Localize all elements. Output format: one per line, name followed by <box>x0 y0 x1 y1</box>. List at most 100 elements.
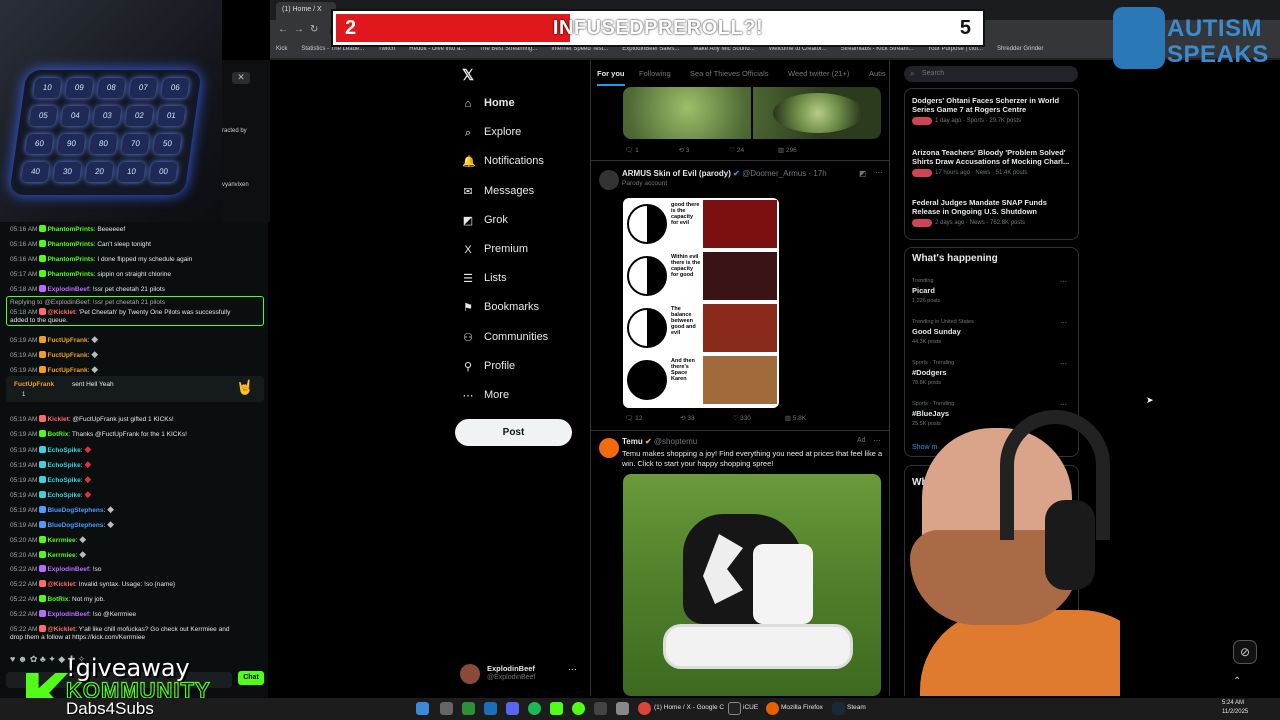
chat-message[interactable]: 05:19 AM FuctUpFrank: ◆ <box>10 350 98 360</box>
app-icon[interactable] <box>594 702 607 715</box>
temu-avatar[interactable] <box>599 438 619 458</box>
chat-message[interactable]: 05:16 AM PhantomPrints: I done flipped my… <box>10 255 192 264</box>
chat-username[interactable]: EchoSpike <box>47 462 80 469</box>
more-icon[interactable]: ⋯ <box>875 168 883 177</box>
chat-message[interactable]: 05:19 AM EchoSpike: ◆ <box>10 445 91 455</box>
more-icon[interactable]: ⋯ <box>462 390 474 402</box>
grok-chat-icon[interactable]: ⊘ <box>1233 640 1257 664</box>
chat-username[interactable]: EchoSpike <box>47 477 80 484</box>
chat-message[interactable]: drop them a follow at https://kick.com/K… <box>10 634 145 642</box>
news-headline[interactable]: Federal Judges Mandate SNAP Funds Releas… <box>912 198 1072 216</box>
reload-icon[interactable]: ↻ <box>310 24 318 35</box>
icue-icon[interactable] <box>728 702 741 715</box>
reply-icon[interactable]: 🗨 <box>625 415 633 422</box>
chat-send-button[interactable]: Chat <box>238 671 264 685</box>
start-icon[interactable] <box>416 702 429 715</box>
news-headline[interactable]: Dodgers' Ohtani Faces Scherzer in World … <box>912 96 1072 114</box>
tweet2-actions[interactable]: 🗨 12 ⟲ 33 ♡ 330 ▥ 5.8K <box>625 414 806 422</box>
chat-message[interactable]: 05:19 AM EchoSpike: ◆ <box>10 490 91 500</box>
taskbar-steam-label[interactable]: Steam <box>847 704 866 711</box>
home-icon[interactable]: ⌂ <box>462 98 474 110</box>
repost-icon[interactable]: ⟲ <box>680 415 685 422</box>
search-icon[interactable] <box>440 702 453 715</box>
tab-x-home[interactable]: (1) Home / X <box>276 2 336 20</box>
steam-icon[interactable] <box>484 702 497 715</box>
chat-message[interactable]: 05:18 AM @Kicklet: 'Pet Cheetah' by Twent… <box>10 308 230 317</box>
avatar[interactable] <box>599 170 619 190</box>
views-icon[interactable]: ▥ <box>778 147 784 154</box>
kick-icon[interactable] <box>550 702 563 715</box>
chat-username[interactable]: PhantomPrints <box>47 256 93 263</box>
tab-weed-twitter[interactable]: Weed twitter (21+) <box>788 69 849 78</box>
profile-icon[interactable]: ⚲ <box>462 361 474 373</box>
tweet3-header[interactable]: Temu ✔ @shoptemu <box>622 437 697 446</box>
search-input[interactable]: ⌕ Search <box>904 66 1078 82</box>
chat-message[interactable]: 05:19 AM FuctUpFrank: ◆ <box>10 365 98 375</box>
chat-username[interactable]: @Kicklet <box>47 581 75 588</box>
nav-item-home[interactable]: Home <box>484 97 515 109</box>
chat-username[interactable]: PhantomPrints <box>47 241 93 248</box>
clock-date[interactable]: 11/2/2025 <box>1222 709 1248 715</box>
post-button[interactable]: Post <box>455 419 572 446</box>
chat-username[interactable]: PhantomPrints <box>47 271 93 278</box>
premium-icon[interactable]: X <box>462 244 474 256</box>
taskbar-firefox-label[interactable]: Mozilla Firefox <box>781 704 823 711</box>
like-icon[interactable]: ♡ <box>732 415 738 422</box>
clock-time[interactable]: 5:24 AM <box>1222 700 1244 706</box>
chat-message[interactable]: 05:17 AM PhantomPrints: sippin on straigh… <box>10 270 171 279</box>
account-more-icon[interactable]: ⋯ <box>568 664 577 675</box>
bookmark-item[interactable]: Shredder Grinder <box>997 46 1043 52</box>
chat-message[interactable]: 05:19 AM BlueDogStephens: ◆ <box>10 520 114 530</box>
cannabis-image[interactable] <box>623 87 881 139</box>
explore-icon[interactable]: ⌕ <box>462 127 474 139</box>
forward-icon[interactable]: → <box>294 24 304 35</box>
close-icon[interactable]: ✕ <box>232 72 250 84</box>
chat-username[interactable]: EchoSpike <box>47 492 80 499</box>
x-logo-icon[interactable]: 𝕏 <box>462 66 474 84</box>
chat-username[interactable]: ExplodinBeef <box>47 611 89 618</box>
nav-item-messages[interactable]: Messages <box>484 185 534 197</box>
meme-image[interactable]: good there is the capacity for evil Withi… <box>623 198 779 408</box>
chat-username[interactable]: BlueDogStephens <box>47 507 103 514</box>
nav-item-profile[interactable]: Profile <box>484 360 515 372</box>
chat-username[interactable]: FuctUpFrank <box>47 352 87 359</box>
chat-username[interactable]: Kerrmiee <box>47 552 75 559</box>
chat-username[interactable]: FuctUpFrank <box>47 337 87 344</box>
app-icon[interactable] <box>572 702 585 715</box>
avatar[interactable] <box>460 664 480 684</box>
steam-icon[interactable] <box>832 702 845 715</box>
grok-icon[interactable]: ◩ <box>859 169 867 178</box>
chat-message[interactable]: 05:16 AM PhantomPrints: Can't sleep tonig… <box>10 240 151 249</box>
chat-message[interactable]: added to the queue. <box>10 317 68 325</box>
chat-message[interactable]: 05:19 AM FuctUpFrank: ◆ <box>10 335 98 345</box>
trend-more-icon[interactable]: ⋯ <box>1060 319 1067 327</box>
xbox-icon[interactable] <box>462 702 475 715</box>
bookmarks-icon[interactable]: ⚑ <box>462 302 474 314</box>
tab-following[interactable]: Following <box>639 69 671 78</box>
chat-username[interactable]: @Kicklet <box>47 626 75 633</box>
trend-more-icon[interactable]: ⋯ <box>1060 278 1067 286</box>
chat-message[interactable]: 05:22 AM @Kicklet: Y'all like chill mofuc… <box>10 625 229 634</box>
chat-username[interactable]: BotRix <box>47 431 68 438</box>
chat-username[interactable]: ExplodinBeef <box>47 286 89 293</box>
taskbar-chrome-label[interactable]: (1) Home / X - Google C <box>654 704 724 711</box>
nav-item-premium[interactable]: Premium <box>484 243 528 255</box>
chat-username[interactable]: @Kicklet <box>47 309 75 316</box>
bookmark-item[interactable]: Kick <box>276 46 287 52</box>
chat-username[interactable]: PhantomPrints <box>47 226 93 233</box>
news-headline[interactable]: Arizona Teachers' Bloody 'Problem Solved… <box>912 148 1072 166</box>
trend-name[interactable]: #Dodgers <box>912 368 947 377</box>
chat-message[interactable]: 05:18 AM ExplodinBeef: !ssr pet cheetah 2… <box>10 285 165 294</box>
chat-message[interactable]: 05:22 AM ExplodinBeef: !so <box>10 565 101 574</box>
notifications-icon[interactable]: 🔔 <box>462 156 476 168</box>
reply-icon[interactable]: 🗨 <box>625 147 633 154</box>
nav-item-communities[interactable]: Communities <box>484 331 548 343</box>
chat-message[interactable]: 05:22 AM ExplodinBeef: !so @Kerrmiee <box>10 610 136 619</box>
chat-username[interactable]: BotRix <box>47 596 68 603</box>
nav-item-more[interactable]: More <box>484 389 509 401</box>
chat-message[interactable]: 05:16 AM PhantomPrints: Beeeeeef <box>10 225 125 234</box>
chat-username[interactable]: Kerrmiee <box>47 537 75 544</box>
chat-message[interactable]: 05:20 AM Kerrmiee: ◆ <box>10 550 86 560</box>
chat-username[interactable]: Kicklet <box>47 416 68 423</box>
back-icon[interactable]: ← <box>278 24 288 35</box>
